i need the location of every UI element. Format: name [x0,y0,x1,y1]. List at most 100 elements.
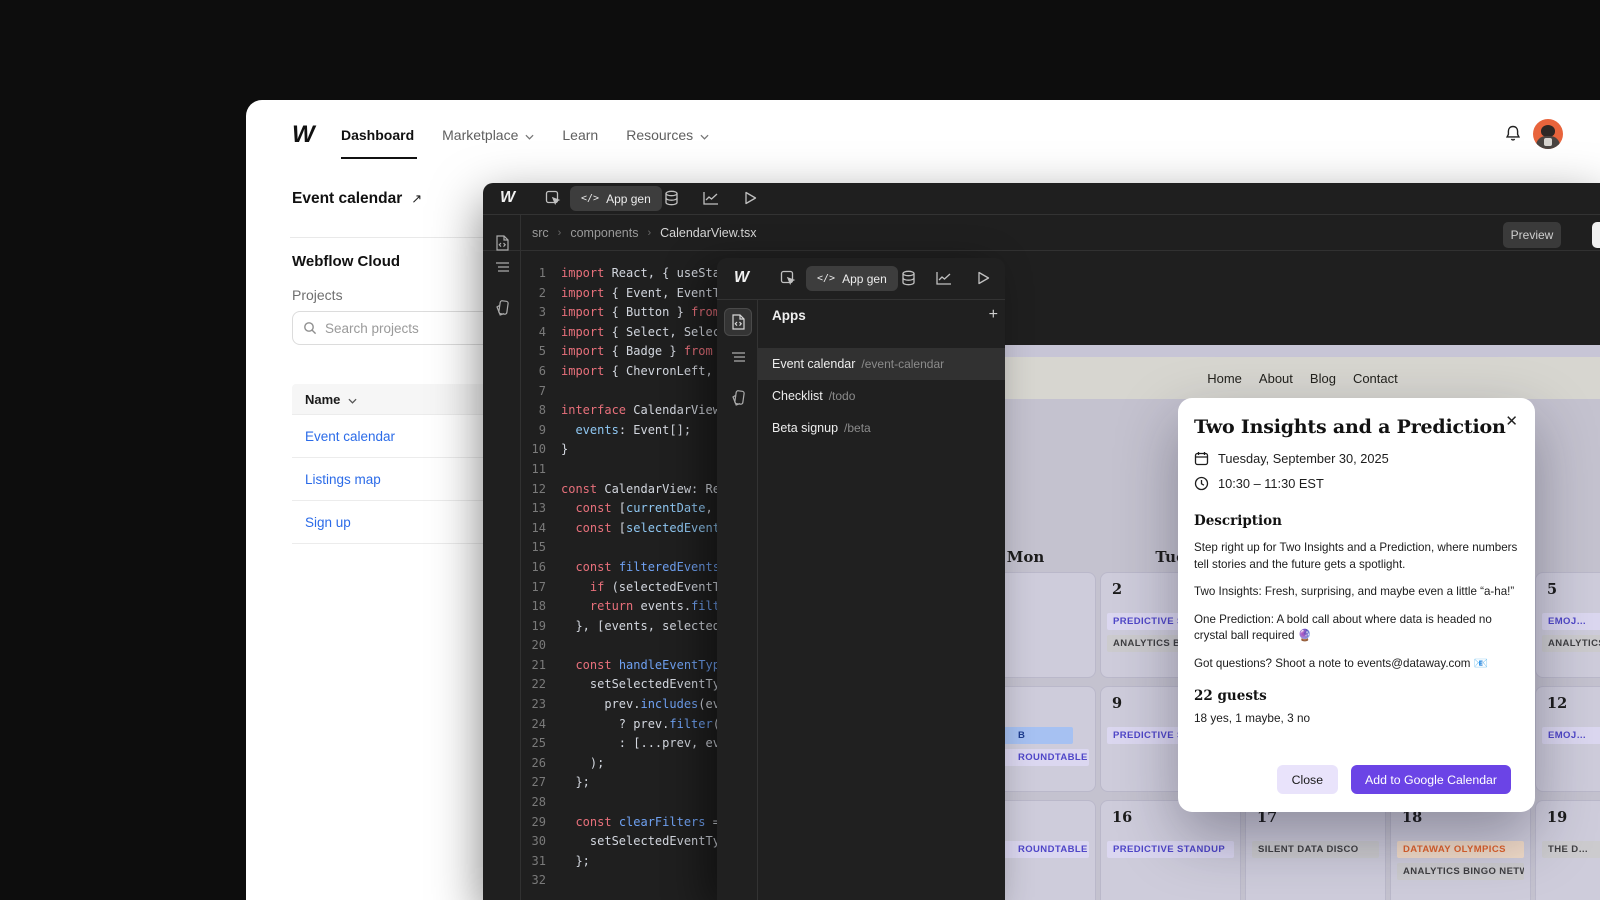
code-token: setSelectedEventType [561,677,734,691]
code-token: filter [669,717,712,731]
line-number: 4 [520,323,546,343]
nav-item-marketplace[interactable]: Marketplace [442,127,534,143]
line-number: 9 [520,421,546,441]
event-pill[interactable]: ANALYTICS BINGO NETWORK… [1542,635,1600,652]
code-text: import React, { useState [561,264,734,284]
code-token: interface [561,403,626,417]
line-number: 25 [520,734,546,754]
publish-button-partial[interactable] [1592,222,1600,248]
code-token: import [561,266,604,280]
nav-item-label: Learn [562,127,598,143]
calendar-cell-8[interactable]: 8BROUNDTABLE [1005,686,1096,792]
code-text: prev.includes(even [561,695,734,715]
code-token: (selectedEventTyp [604,580,734,594]
run-play-icon[interactable] [972,267,994,289]
preview-button[interactable]: Preview [1503,222,1561,248]
event-pill[interactable]: DATAWAY OLYMPICS [1397,841,1524,858]
calendar-cell-5[interactable]: 5EMOJ…ANALYTICS BINGO NETWORK… [1535,572,1600,678]
database-icon[interactable] [897,267,919,289]
code-text: }; [561,852,590,872]
site-nav-link-contact[interactable]: Contact [1353,371,1398,386]
breadcrumb-src[interactable]: src [532,226,549,240]
event-pill[interactable]: ROUNDTABLE [1005,841,1089,858]
project-link[interactable]: Sign up [305,515,351,530]
database-icon[interactable] [660,187,682,209]
event-pill[interactable]: SILENT DATA DISCO [1252,841,1379,858]
external-link-icon[interactable]: ↗ [411,191,422,207]
project-link[interactable]: Event calendar [305,429,395,444]
app-gen-tab[interactable]: </> App gen [570,186,662,211]
code-token: [ [612,501,626,515]
code-token [561,580,590,594]
line-number: 14 [520,519,546,539]
pages-swatch-icon[interactable] [726,386,750,410]
layers-list-icon[interactable] [490,255,514,279]
code-text: setSelectedEventType [561,675,734,695]
analytics-chart-icon[interactable] [933,267,955,289]
calendar-cell-15[interactable]: 15ROUNDTABLE [1005,800,1096,900]
line-number: 22 [520,675,546,695]
code-token: const [561,482,597,496]
event-pill[interactable]: B [1005,727,1073,744]
site-nav-link-home[interactable]: Home [1207,371,1242,386]
nav-item-dashboard[interactable]: Dashboard [341,127,414,143]
layers-list-icon[interactable] [726,345,750,369]
app-item-beta[interactable]: Beta signup/beta [757,412,1005,444]
app-item-event-calendar[interactable]: Event calendar/event-calendar [757,348,1005,380]
file-code-icon[interactable] [490,231,514,255]
calendar-cell-19[interactable]: 19THE D… [1535,800,1600,900]
code-token: from [691,305,720,319]
code-token: ); [561,756,604,770]
file-code-icon[interactable] [724,308,752,336]
nav-item-resources[interactable]: Resources [626,127,709,143]
projects-label: Projects [292,287,343,303]
analytics-chart-icon[interactable] [700,187,722,209]
line-number: 32 [520,871,546,891]
close-icon[interactable]: ✕ [1505,412,1518,430]
webflow-logo-dark[interactable]: W [734,269,748,287]
run-play-icon[interactable] [739,187,761,209]
calendar-cell-17[interactable]: 17SILENT DATA DISCO [1245,800,1386,900]
user-avatar[interactable] [1533,119,1563,149]
select-tool-icon[interactable] [542,187,564,209]
code-text: import { Button } from ' [561,303,734,323]
cell-events: ROUNDTABLE [1005,841,1089,858]
search-input[interactable] [325,321,507,336]
calendar-cell-16[interactable]: 16PREDICTIVE STANDUP [1100,800,1241,900]
line-number: 27 [520,773,546,793]
event-pill[interactable]: ANALYTICS BINGO NETWORK… [1397,863,1524,880]
event-pill[interactable]: EMOJ… [1542,727,1600,744]
select-tool-icon[interactable] [777,267,799,289]
event-description: Step right up for Two Insights and a Pre… [1194,540,1520,672]
add-app-icon[interactable]: + [989,306,998,324]
pages-swatch-icon[interactable] [490,296,514,320]
breadcrumb-components[interactable]: components [570,226,638,240]
app-gen-label: App gen [842,272,887,286]
calendar-cell-1[interactable]: 1 [1005,572,1096,678]
notifications-bell-icon[interactable] [1504,124,1522,143]
event-pill[interactable]: THE D… [1542,841,1600,858]
site-nav-link-about[interactable]: About [1259,371,1293,386]
event-pill[interactable]: EMOJ… [1542,613,1600,630]
calendar-cell-18[interactable]: 18DATAWAY OLYMPICSANALYTICS BINGO NETWOR… [1390,800,1531,900]
webflow-logo[interactable]: W [292,121,322,147]
nav-item-label: Dashboard [341,127,414,143]
webflow-logo-dark[interactable]: W [500,189,514,207]
app-name: Event calendar [772,357,855,371]
add-to-google-calendar-button[interactable]: Add to Google Calendar [1351,765,1511,794]
event-pill[interactable]: PREDICTIVE STANDUP [1107,841,1234,858]
calendar-cell-12[interactable]: 12EMOJ… [1535,686,1600,792]
site-nav-link-blog[interactable]: Blog [1310,371,1336,386]
close-button[interactable]: Close [1277,765,1338,794]
code-token: from [684,344,713,358]
code-token: filteredEvents [619,560,720,574]
project-link[interactable]: Listings map [305,472,381,487]
active-tab-underline [341,157,417,159]
app-gen-tab[interactable]: </> App gen [806,266,898,291]
event-pill[interactable]: ROUNDTABLE [1005,749,1089,766]
breadcrumb-file[interactable]: CalendarView.tsx [660,226,756,240]
code-text: import { Event, EventTyp [561,284,734,304]
nav-item-learn[interactable]: Learn [562,127,598,143]
app-item-todo[interactable]: Checklist/todo [757,380,1005,412]
nav-item-label: Marketplace [442,127,518,143]
